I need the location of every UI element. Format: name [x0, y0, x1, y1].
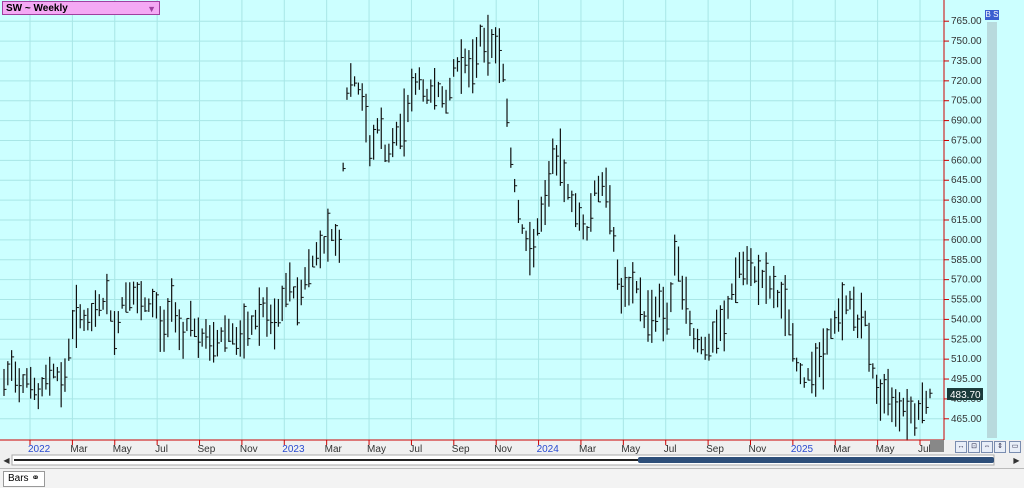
zoom-out-icon[interactable]: ↔	[955, 441, 967, 453]
x-tick-label: 2022	[28, 444, 51, 455]
y-tick-label: 600.00	[951, 235, 982, 246]
x-tick-label: Jul	[664, 444, 677, 455]
y-tick-label: 690.00	[951, 116, 982, 127]
compress-icon[interactable]: ⇔	[981, 441, 993, 453]
scroll-left-icon[interactable]: ◀	[2, 456, 11, 465]
y-tick-label: 720.00	[951, 76, 982, 87]
settings-icon[interactable]: ▭	[1009, 441, 1021, 453]
x-tick-label: Sep	[452, 444, 470, 455]
link-icon: ⚭	[31, 473, 40, 484]
x-tick-label: Nov	[494, 444, 512, 455]
x-tick-label: Nov	[748, 444, 766, 455]
x-tick-label: Mar	[579, 444, 597, 455]
x-tick-label: Jul	[155, 444, 168, 455]
x-tick-label: May	[876, 444, 895, 455]
x-tick-label: 2024	[537, 444, 560, 455]
current-price-label: 483.70	[950, 390, 981, 401]
symbol-selector[interactable]: SW ~ Weekly ▼	[2, 1, 160, 15]
y-tick-label: 615.00	[951, 215, 982, 226]
scroll-right-icon[interactable]: ▶	[1012, 456, 1021, 465]
y-tick-label: 555.00	[951, 295, 982, 306]
y-tick-label: 540.00	[951, 314, 982, 325]
price-chart[interactable]: 465.00480.00495.00510.00525.00540.00555.…	[0, 0, 1024, 468]
y-tick-label: 660.00	[951, 155, 982, 166]
y-tick-label: 465.00	[951, 414, 982, 425]
y-tick-label: 705.00	[951, 96, 982, 107]
y-tick-label: 750.00	[951, 36, 982, 47]
right-scrollbar[interactable]	[987, 22, 997, 438]
expand-icon[interactable]: ⇕	[994, 441, 1006, 453]
y-tick-label: 765.00	[951, 16, 982, 27]
x-tick-label: Jul	[918, 444, 931, 455]
y-tick-label: 585.00	[951, 255, 982, 266]
y-tick-label: 630.00	[951, 195, 982, 206]
y-tick-label: 570.00	[951, 275, 982, 286]
y-tick-label: 645.00	[951, 175, 982, 186]
x-tick-label: May	[621, 444, 640, 455]
time-scale-strip	[930, 440, 944, 452]
x-tick-label: May	[113, 444, 132, 455]
x-tick-label: 2023	[282, 444, 305, 455]
buy-sell-badge[interactable]: B S	[985, 10, 999, 20]
x-tick-label: Mar	[70, 444, 88, 455]
y-tick-label: 510.00	[951, 354, 982, 365]
x-tick-label: Jul	[409, 444, 422, 455]
x-tick-label: Sep	[706, 444, 724, 455]
bars-tab[interactable]: Bars ⚭	[3, 471, 45, 487]
dropdown-arrow-icon[interactable]: ▼	[147, 2, 156, 16]
y-tick-label: 675.00	[951, 135, 982, 146]
symbol-label: SW ~ Weekly	[6, 3, 68, 14]
chart-frame[interactable]: 465.00480.00495.00510.00525.00540.00555.…	[0, 0, 1024, 488]
x-tick-label: Mar	[325, 444, 343, 455]
x-tick-label: 2025	[791, 444, 814, 455]
bars-tab-label: Bars	[8, 473, 29, 484]
timeline-scrollbar[interactable]	[638, 457, 994, 463]
x-tick-label: May	[367, 444, 386, 455]
bottom-bar: Bars ⚭	[0, 468, 1024, 488]
x-tick-label: Mar	[833, 444, 851, 455]
fit-icon[interactable]: ⊡	[968, 441, 980, 453]
x-tick-label: Sep	[198, 444, 216, 455]
y-tick-label: 495.00	[951, 374, 982, 385]
y-tick-label: 735.00	[951, 56, 982, 67]
y-tick-label: 525.00	[951, 334, 982, 345]
x-tick-label: Nov	[240, 444, 258, 455]
